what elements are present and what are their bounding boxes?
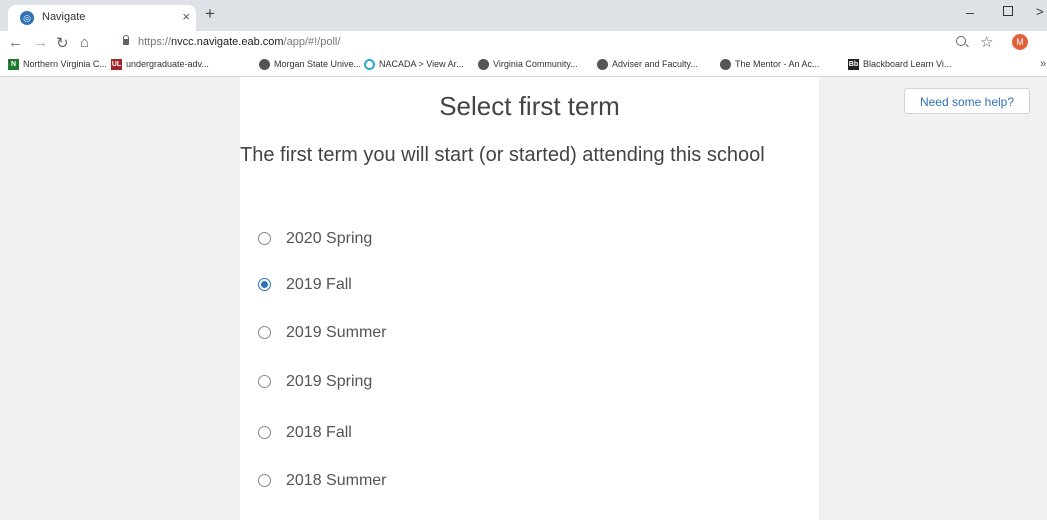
address-bar[interactable]: https://nvcc.navigate.eab.com/app/#!/pol… bbox=[138, 36, 340, 48]
bookmark-label: Adviser and Faculty... bbox=[612, 59, 698, 69]
term-option-label: 2018 Fall bbox=[286, 424, 352, 441]
tab-title: Navigate bbox=[42, 11, 86, 23]
navigate-favicon-icon: ◎ bbox=[20, 11, 34, 25]
page-subtitle: The first term you will start (or starte… bbox=[240, 144, 765, 166]
browser-tab[interactable]: ◎ Navigate × bbox=[8, 5, 196, 31]
bookmark-label: The Mentor - An Ac... bbox=[735, 59, 820, 69]
term-option-label: 2020 Spring bbox=[286, 230, 373, 247]
term-option-label: 2019 Fall bbox=[286, 276, 352, 293]
term-option-label: 2019 Summer bbox=[286, 324, 387, 341]
site-logo-icon: N bbox=[8, 59, 19, 71]
bookmark-item[interactable]: Morgan State Unive... bbox=[259, 59, 362, 71]
radio-unchecked-icon[interactable] bbox=[258, 375, 271, 388]
bookmark-item[interactable]: Virginia Community... bbox=[478, 59, 578, 71]
restore-window-icon[interactable] bbox=[1003, 6, 1013, 16]
ring-icon bbox=[364, 59, 375, 71]
bookmarks-overflow-icon[interactable]: » bbox=[1040, 58, 1046, 70]
bookmark-item[interactable]: UL undergraduate-adv... bbox=[111, 59, 209, 71]
bookmark-label: Northern Virginia C... bbox=[23, 59, 107, 69]
globe-icon bbox=[478, 59, 489, 71]
term-option-label: 2018 Summer bbox=[286, 472, 387, 489]
bookmark-label: Blackboard Learn Vi... bbox=[863, 59, 952, 69]
need-help-button[interactable]: Need some help? bbox=[904, 88, 1030, 114]
browser-toolbar: ← → ↻ ⌂ https://nvcc.navigate.eab.com/ap… bbox=[0, 31, 1047, 56]
profile-avatar[interactable]: M bbox=[1012, 34, 1028, 50]
bookmark-label: Morgan State Unive... bbox=[274, 59, 362, 69]
lock-icon bbox=[123, 35, 129, 45]
bookmark-label: undergraduate-adv... bbox=[126, 59, 209, 69]
url-path: /app/#!/poll/ bbox=[283, 36, 341, 48]
bookmark-label: NACADA > View Ar... bbox=[379, 59, 464, 69]
reload-icon[interactable]: ↻ bbox=[56, 34, 69, 52]
tab-close-icon[interactable]: × bbox=[182, 9, 190, 24]
bookmark-item[interactable]: The Mentor - An Ac... bbox=[720, 59, 820, 71]
minimize-window-icon[interactable]: – bbox=[966, 4, 974, 20]
bookmarks-bar: N Northern Virginia C... UL undergraduate-a… bbox=[0, 56, 1047, 77]
site-logo-icon: Bb bbox=[848, 59, 859, 71]
globe-icon bbox=[597, 59, 608, 71]
back-arrow-icon[interactable]: ← bbox=[8, 34, 23, 51]
globe-icon bbox=[720, 59, 731, 71]
site-logo-icon: UL bbox=[111, 59, 122, 71]
home-icon[interactable]: ⌂ bbox=[80, 34, 89, 51]
new-tab-button[interactable]: + bbox=[205, 4, 215, 24]
bookmark-star-icon[interactable]: ☆ bbox=[980, 33, 993, 51]
forward-arrow-icon[interactable]: → bbox=[33, 34, 48, 51]
url-prefix: https:// bbox=[138, 36, 172, 48]
browser-tab-strip: ◎ Navigate × + – > bbox=[0, 0, 1047, 31]
bookmark-item[interactable]: Adviser and Faculty... bbox=[597, 59, 698, 71]
term-option-label: 2019 Spring bbox=[286, 373, 373, 390]
poll-card: Select first term The first term you wil… bbox=[240, 77, 819, 520]
radio-unchecked-icon[interactable] bbox=[258, 232, 271, 245]
page-title: Select first term bbox=[439, 91, 620, 121]
radio-unchecked-icon[interactable] bbox=[258, 326, 271, 339]
bookmark-item[interactable]: NACADA > View Ar... bbox=[364, 59, 464, 71]
bookmark-item[interactable]: Bb Blackboard Learn Vi... bbox=[848, 59, 952, 71]
bookmark-item[interactable]: N Northern Virginia C... bbox=[8, 59, 107, 71]
globe-icon bbox=[259, 59, 270, 71]
radio-unchecked-icon[interactable] bbox=[258, 426, 271, 439]
zoom-icon[interactable] bbox=[956, 36, 966, 46]
close-window-icon[interactable]: > bbox=[1036, 4, 1044, 19]
radio-unchecked-icon[interactable] bbox=[258, 474, 271, 487]
radio-checked-icon[interactable] bbox=[258, 278, 271, 291]
bookmark-label: Virginia Community... bbox=[493, 59, 578, 69]
url-domain: nvcc.navigate.eab.com bbox=[171, 36, 284, 48]
